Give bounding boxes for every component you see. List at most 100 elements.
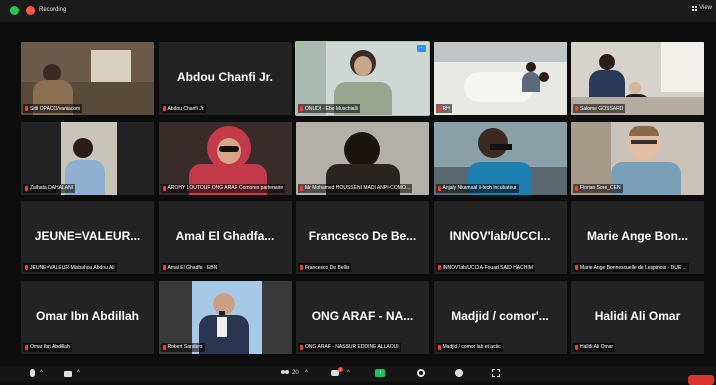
participant-name-label: Abdou Chanfi Jr. [160,104,207,113]
participant-name: AROHY LOUTOUF ONG ARAF Comores partenair… [167,185,284,191]
share-screen-icon[interactable]: ↑ [375,369,385,377]
participant-tile[interactable]: Madjid / comor'... Madjid / comor lab et … [433,280,567,354]
participant-name: RH [442,105,450,112]
muted-mic-icon [575,185,578,191]
participant-display-name: Halidi Ali Omar [594,308,681,323]
participant-tile[interactable]: Salome GOSSARD [571,42,704,115]
muted-mic-icon [575,265,578,270]
participant-name: Abdou Chanfi Jr. [167,105,205,112]
muted-mic-icon [300,106,303,111]
participant-tile[interactable]: Sitti OPACO/vaniacom [21,42,154,115]
participant-display-name: Francesco De Be... [308,229,417,243]
participant-name-label: Robert Sanders [160,342,205,352]
participant-video [433,42,567,115]
participant-name: Salome GOSSARD [580,105,624,112]
meeting-toolbar: ^ ^ 20 ^ 1 ^ ↑ [0,366,716,385]
participant-tile[interactable]: Omar Ibn Abdillah Omar Ibn Abdillah [21,280,154,354]
participant-name: Omar Ibn Abdillah [30,344,70,350]
muted-mic-icon [25,344,28,350]
participant-tile[interactable]: Amal El Ghadfa... Amal El Ghadfa - EBN [158,201,292,274]
participant-name: JEUNE=VALEUR-Misbahou Abdou Ali [30,264,115,271]
muted-mic-icon [575,106,578,111]
more-apps-icon[interactable] [492,369,500,377]
muted-mic-icon [437,344,441,350]
tile-more-options-button[interactable]: ··· [417,45,426,52]
participant-display-name: JEUNE=VALEUR... [34,229,141,243]
participant-display-name: INNOV'lab/UCCI... [449,229,551,243]
video-scene-part [629,125,659,136]
muted-mic-icon [25,185,28,191]
participant-display-name: Omar Ibn Abdillah [36,308,139,323]
participant-name-label: Sitti OPACO/vaniacom [23,104,83,113]
security-shield-icon[interactable] [10,6,19,15]
mute-mic-icon[interactable] [30,369,35,377]
video-scene-part [433,42,567,62]
video-scene-part [218,145,239,152]
participant-display-name: Abdou Chanfi Jr. [177,70,273,84]
muted-mic-icon [300,344,303,350]
participant-name: Marie Ange Bonnescuelle de Lespinois - D… [580,264,687,271]
participants-count: 20 [292,370,299,376]
view-label: View [699,5,712,11]
participant-tile[interactable]: Anjaly Nkamaal ii-tech incubateur [433,121,567,195]
participant-name: Amal El Ghadfa - EBN [167,264,218,271]
participant-name-label: Francesco De Bellis [298,263,352,272]
participant-name: ONG ARAF - NASSUR EDDINE ALLAOUI [305,344,399,350]
participant-name-label: RH [435,104,452,113]
participant-tile[interactable]: Zalhata DAHALANI [21,121,154,195]
stop-video-icon[interactable] [64,371,72,377]
participant-name: Sitti OPACO/vaniacom [30,105,81,112]
muted-mic-icon [162,106,166,111]
participant-tile[interactable]: JEUNE=VALEUR... JEUNE=VALEUR-Misbahou Abd… [21,201,154,274]
record-icon[interactable] [417,369,425,377]
participant-tile[interactable]: Halidi Ali Omar Halidi Ali Omar [571,280,704,354]
participant-display-name: Madjid / comor'... [451,308,549,323]
participant-tile[interactable]: Francesco De Be... Francesco De Bellis [296,201,429,274]
video-scene-part [354,56,372,76]
participant-tile[interactable]: RH [433,42,567,115]
participants-icon[interactable] [281,370,290,377]
video-options-chevron-icon[interactable]: ^ [77,370,80,376]
participant-tile[interactable]: AROHY LOUTOUF ONG ARAF Comores partenair… [158,121,292,195]
muted-mic-icon [437,106,441,111]
person-head [538,72,549,82]
view-button[interactable]: View [692,5,712,11]
grid-view-icon [692,5,698,11]
participant-tile[interactable]: ··· ONUDI - Ebe Muschialli [295,41,430,116]
end-meeting-button[interactable] [688,375,714,385]
participant-tile[interactable]: Robert Sanders [158,280,292,354]
top-bar: Recording View [0,0,716,22]
participant-display-name: ONG ARAF - NA... [311,308,414,323]
participant-tile[interactable]: Marie Ange Bon... Marie Ange Bonnescuelle… [571,201,704,274]
participant-name: INNOV'lab/UCCIA-Fouad SAID HACHIM [442,264,533,271]
participant-name-label: Zalhata DAHALANI [23,183,76,193]
participant-display-name: Amal El Ghadfa... [175,229,275,243]
participant-name-label: Florian Sore_CEN [573,183,623,193]
participant-name-label: JEUNE=VALEUR-Misbahou Abdou Ali [23,263,117,272]
muted-mic-icon [300,265,303,270]
participant-name-label: ONUDI - Ebe Muschialli [298,104,360,113]
participant-name-label: INNOV'lab/UCCIA-Fouad SAID HACHIM [435,263,535,272]
chat-chevron-icon[interactable]: ^ [347,370,350,376]
reactions-icon[interactable] [455,369,463,377]
participant-name-label: AROHY LOUTOUF ONG ARAF Comores partenair… [160,183,286,193]
person-head [599,54,615,70]
muted-mic-icon [162,344,166,350]
muted-mic-icon [25,265,28,270]
audio-options-chevron-icon[interactable]: ^ [40,370,43,376]
video-scene-part [216,316,227,337]
participant-name: Mr Mohamed HOUSSENI MADI ANPI-COMO... [305,185,411,191]
participant-name: Halidi Ali Omar [580,344,614,350]
participants-chevron-icon[interactable]: ^ [305,370,308,376]
participant-tile[interactable]: Florian Sore_CEN [571,121,704,195]
participant-name-label: Marie Ange Bonnescuelle de Lespinois - D… [573,263,689,272]
participant-tile[interactable]: ONG ARAF - NA... ONG ARAF - NASSUR EDDINE… [296,280,429,354]
participant-name: Anjaly Nkamaal ii-tech incubateur [442,185,517,191]
participant-tile[interactable]: INNOV'lab/UCCI... INNOV'lab/UCCIA-Fouad S… [433,201,567,274]
participant-tile[interactable]: Abdou Chanfi Jr. Abdou Chanfi Jr. [158,42,292,115]
participant-tile[interactable]: Mr Mohamed HOUSSENI MADI ANPI-COMO... [296,121,429,195]
muted-mic-icon [575,344,578,350]
participant-name-label: Halidi Ali Omar [573,342,616,352]
person-body [521,72,540,92]
participant-name: Robert Sanders [167,344,203,350]
